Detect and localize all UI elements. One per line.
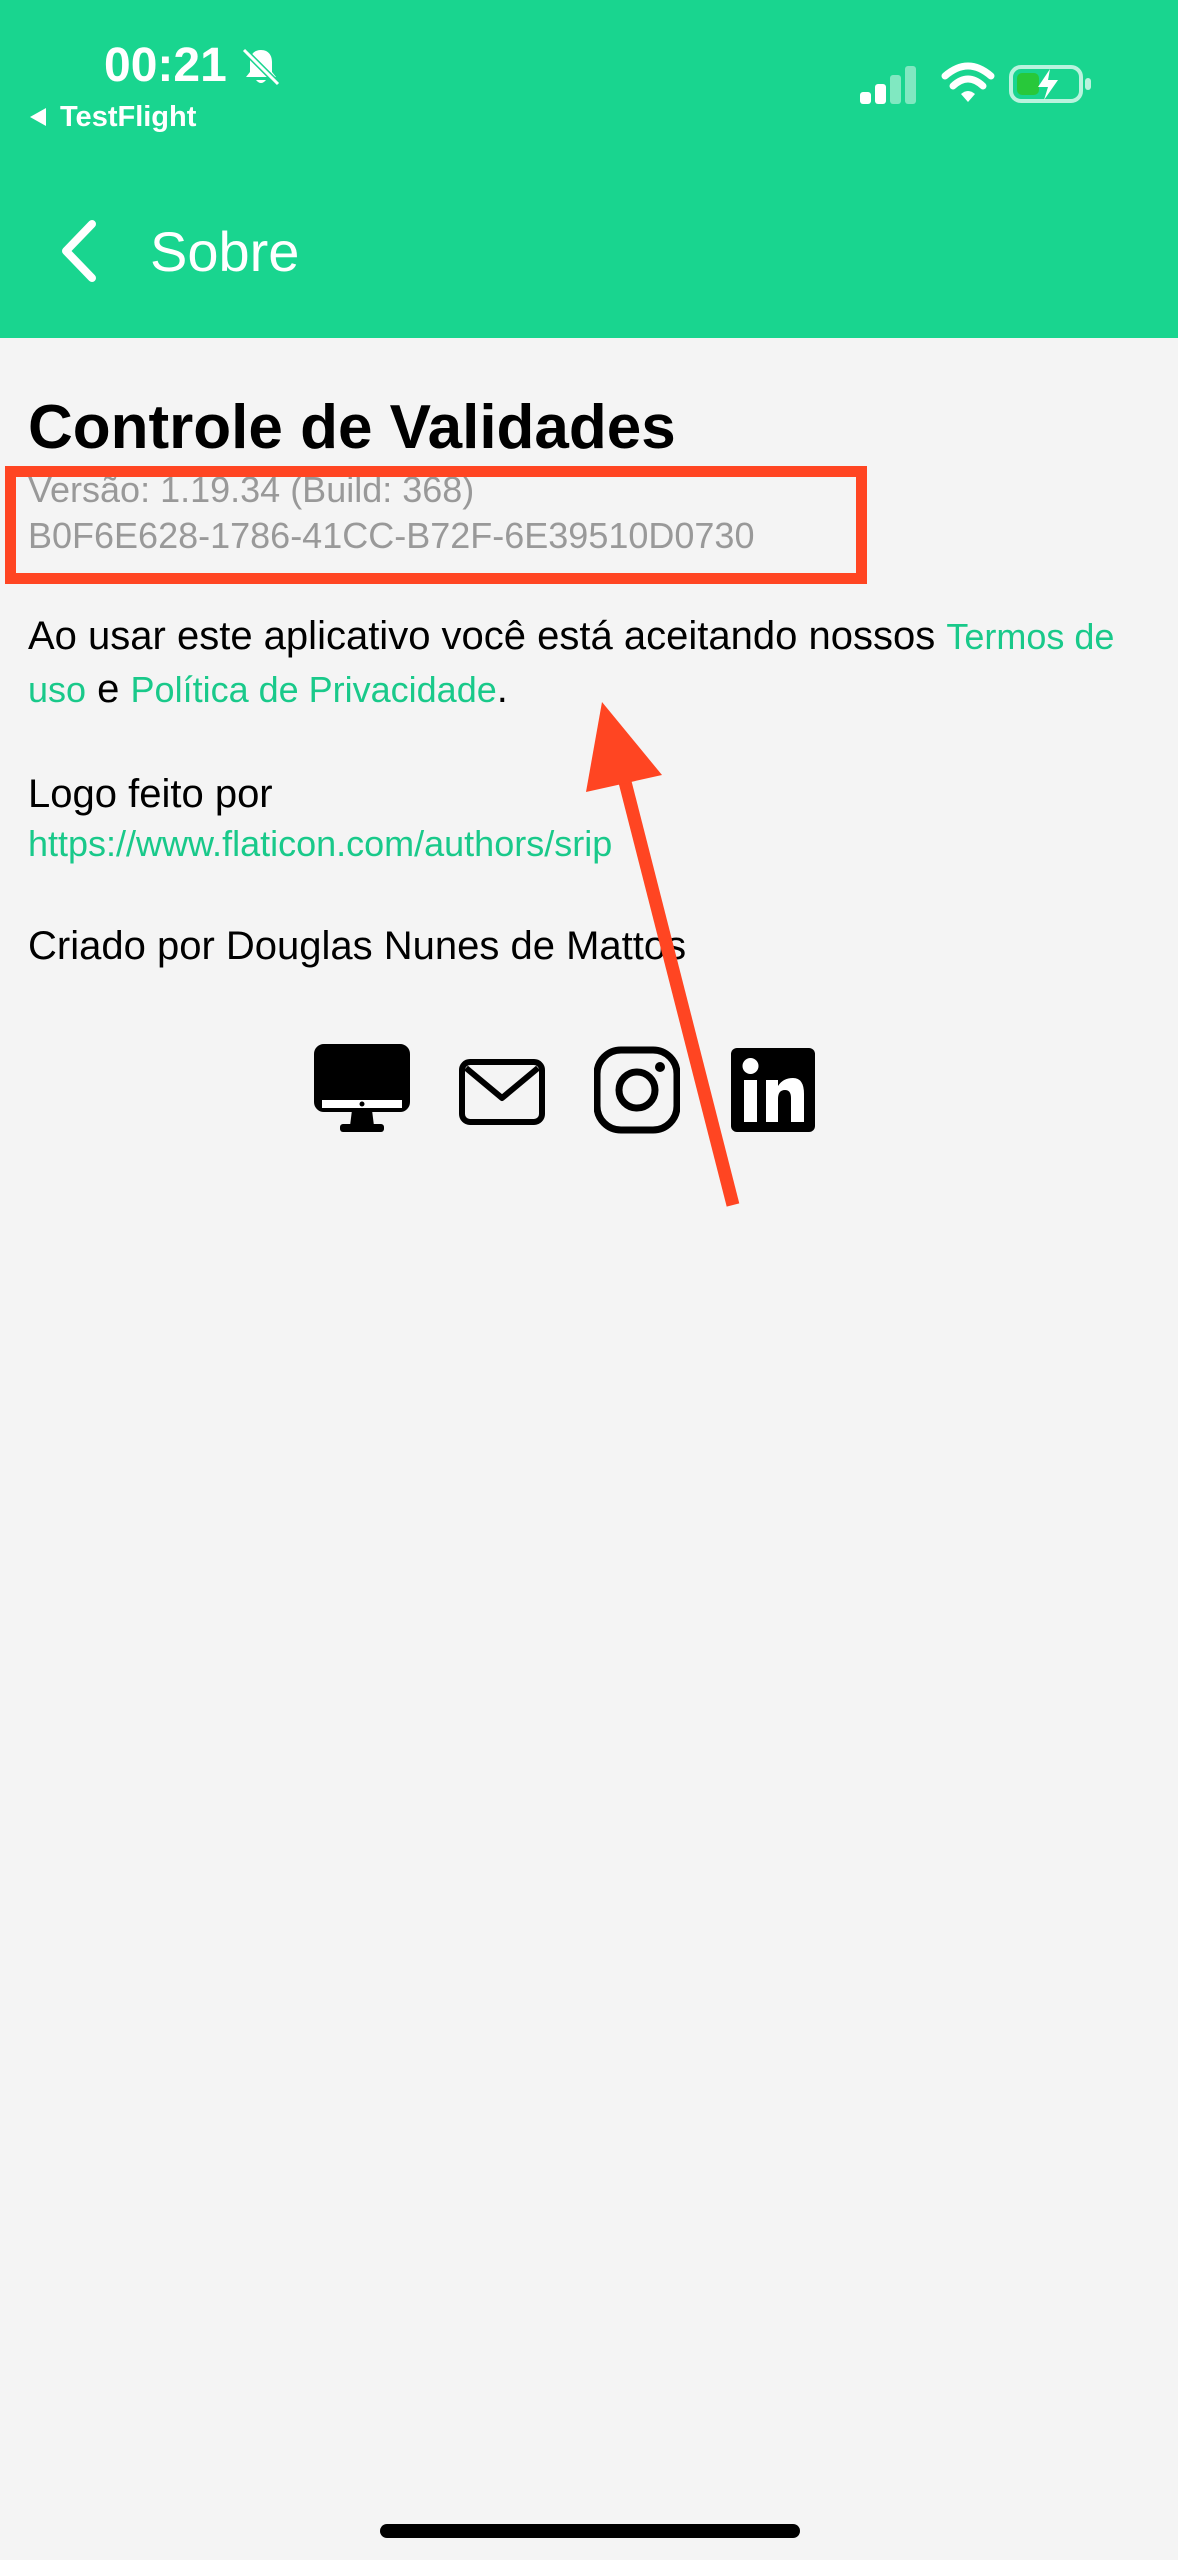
- terms-paragraph: Ao usar este aplicativo você está aceita…: [28, 610, 1168, 716]
- nav-title: Sobre: [150, 220, 300, 283]
- back-to-testflight[interactable]: TestFlight: [30, 98, 196, 136]
- app-header: 00:21 TestFlight Sobre: [0, 0, 1178, 338]
- instagram-icon[interactable]: [594, 1040, 680, 1140]
- chevron-left-icon[interactable]: [54, 216, 102, 286]
- annotation-highlight-box: [5, 466, 867, 584]
- mail-icon[interactable]: [458, 1040, 546, 1140]
- privacy-policy-link[interactable]: Política de Privacidade: [131, 669, 497, 710]
- status-time: 00:21: [104, 39, 227, 92]
- annotation-arrow: [586, 702, 740, 1207]
- battery-charging-icon: [1009, 65, 1091, 103]
- wifi-icon: [941, 62, 995, 102]
- desktop-icon[interactable]: [314, 1040, 410, 1140]
- terms-conjunction: e: [86, 667, 131, 711]
- back-triangle-icon: [30, 108, 46, 126]
- logo-credit-link[interactable]: https://www.flaticon.com/authors/srip: [28, 820, 612, 868]
- logo-credit-label: Logo feito por: [28, 772, 273, 816]
- linkedin-icon[interactable]: [730, 1040, 816, 1140]
- creator-credit: Criado por Douglas Nunes de Mattos: [28, 924, 687, 968]
- terms-suffix: .: [496, 667, 508, 711]
- home-indicator: [380, 2524, 800, 2538]
- app-name-title: Controle de Validades: [28, 393, 676, 462]
- terms-prefix: Ao usar este aplicativo você está aceita…: [28, 614, 947, 658]
- cellular-signal-icon: [860, 66, 916, 104]
- bell-slash-icon: [241, 47, 281, 87]
- back-app-label: TestFlight: [60, 101, 197, 133]
